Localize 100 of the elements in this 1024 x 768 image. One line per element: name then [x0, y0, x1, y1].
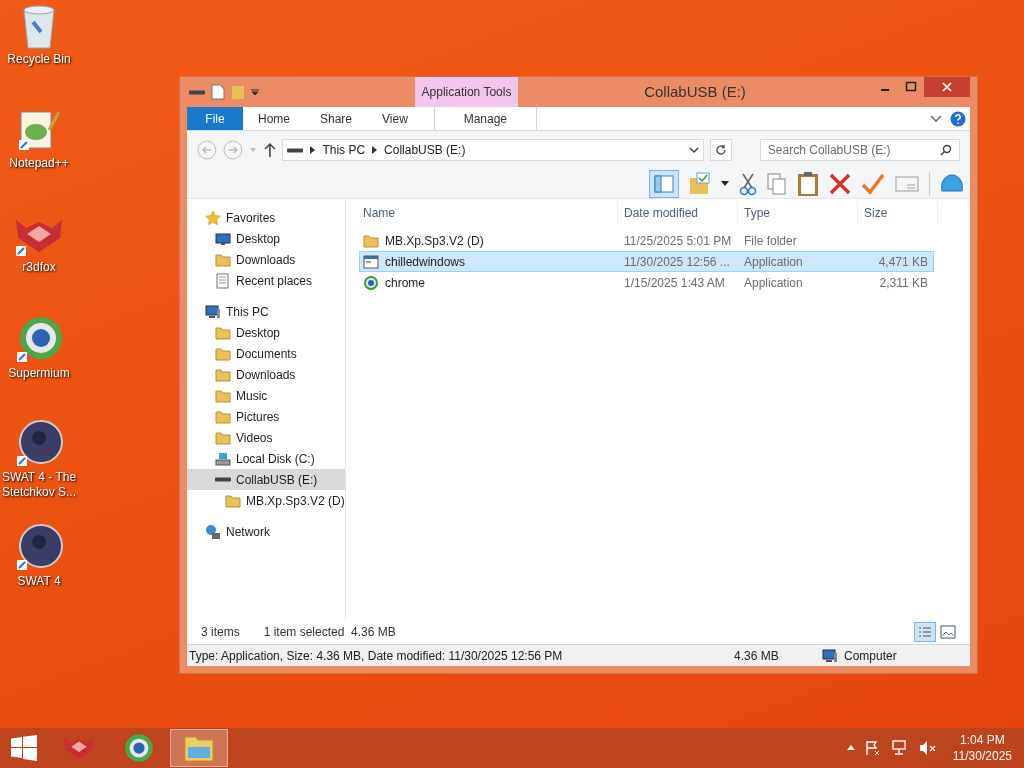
desktop-icon-label[interactable]: Supermium — [8, 366, 70, 381]
window-title: CollabUSB (E:) — [643, 81, 747, 102]
navigation-item[interactable]: Network — [187, 521, 345, 542]
navigation-item[interactable]: Favorites — [187, 207, 345, 228]
navigation-item[interactable]: Desktop — [187, 228, 345, 249]
pane-layout-icon — [654, 174, 674, 193]
folder-check-icon[interactable] — [689, 171, 711, 196]
type-cell-text: File folder — [743, 232, 798, 250]
ribbon-tab[interactable]: Manage — [433, 107, 537, 130]
chevron-down-icon[interactable] — [930, 114, 942, 123]
star-icon — [205, 209, 221, 226]
ribbon-tab[interactable]: Share — [305, 107, 368, 130]
chevron-down-icon[interactable] — [689, 146, 700, 154]
breadcrumb-item[interactable]: This PC — [322, 141, 366, 159]
fox-logo-icon — [62, 735, 96, 761]
round-game-icon — [15, 524, 63, 572]
date-cell-text: 11/30/2025 12:56 ... — [623, 253, 731, 271]
checkmark-icon[interactable] — [861, 172, 885, 195]
flag-icon[interactable] — [864, 740, 881, 756]
column-header[interactable]: Type — [738, 201, 858, 224]
folder-icon — [183, 733, 215, 763]
shell-icon[interactable] — [940, 172, 964, 195]
ribbon-tab[interactable]: View — [367, 107, 423, 130]
file-name: MB.Xp.Sp3.V2 (D) — [385, 232, 484, 250]
globe-icon — [363, 274, 379, 291]
windows-logo-icon — [11, 735, 37, 761]
folder-icon — [215, 387, 231, 404]
refresh-icon — [715, 144, 728, 156]
navigation-item[interactable]: This PC — [187, 301, 345, 322]
list-icon — [918, 626, 932, 638]
caret-up-icon[interactable] — [846, 745, 855, 751]
navigation-item[interactable]: Desktop — [187, 322, 345, 343]
status-details: Type: Application, Size: 4.36 MB, Date modified: 11/30/2025 12:56 PM — [189, 647, 564, 665]
globe-icon — [15, 316, 63, 364]
globe-icon — [124, 733, 154, 763]
size-cell-text: 2,311 KB — [879, 274, 928, 292]
file-name: chrome — [385, 274, 425, 292]
navigation-item[interactable]: Recent places — [187, 270, 345, 291]
disk-drive-icon — [215, 450, 231, 467]
window-icon — [363, 253, 379, 270]
folder-icon — [215, 408, 231, 425]
search-field[interactable]: Search CollabUSB (E:) — [759, 139, 960, 161]
preview-pane-button[interactable] — [649, 169, 679, 198]
file-row[interactable]: chrome 1/15/2025 1:43 AM Application 2,311 KB — [359, 272, 934, 293]
image-icon[interactable] — [940, 625, 956, 639]
folder-icon — [225, 492, 241, 509]
address-bar[interactable]: This PC CollabUSB (E:) — [282, 139, 705, 161]
status-size: 4.36 MB — [734, 647, 780, 665]
file-row[interactable]: MB.Xp.Sp3.V2 (D) 11/25/2025 5:01 PM File folder — [359, 230, 934, 251]
round-game-icon — [15, 420, 63, 468]
size-cell-text: 4,471 KB — [878, 253, 928, 271]
type-cell-text: Application — [743, 274, 804, 292]
folder-icon — [215, 429, 231, 446]
navigation-item[interactable]: Documents — [187, 343, 345, 364]
file-name: chilledwindows — [385, 253, 466, 271]
folder-icon — [215, 324, 231, 341]
computer-icon — [822, 647, 838, 664]
navigation-item[interactable]: Downloads — [187, 364, 345, 385]
clock[interactable]: 1:04 PM 11/30/2025 — [952, 732, 1012, 764]
navigation-item[interactable]: Downloads — [187, 249, 345, 270]
column-header[interactable]: Date modified — [618, 201, 738, 224]
navigation-item[interactable]: Videos — [187, 427, 345, 448]
scissors-icon[interactable] — [739, 171, 757, 196]
file-row[interactable]: chilledwindows 11/30/2025 12:56 ... Application 4,471 KB — [359, 251, 934, 272]
delete-x-icon[interactable] — [829, 172, 851, 195]
ribbon-tab[interactable]: Home — [243, 107, 305, 130]
ribbon-tab[interactable]: File — [187, 107, 243, 130]
network-icon — [205, 523, 221, 540]
navigation-item[interactable]: Pictures — [187, 406, 345, 427]
document-icon[interactable] — [211, 84, 225, 100]
zone-label: Computer — [844, 647, 897, 665]
chevron-right-icon — [310, 146, 316, 154]
refresh-button[interactable] — [710, 139, 732, 161]
desktop-icon-label[interactable]: SWAT 4 — [17, 574, 61, 589]
navigation-item[interactable]: CollabUSB (E:) — [187, 469, 345, 490]
network-icon[interactable] — [890, 740, 909, 756]
folder-icon — [363, 232, 379, 249]
folder-icon — [215, 345, 231, 362]
desktop-icon-label[interactable]: SWAT 4 - The Stetchkov S... — [0, 470, 78, 500]
date-cell-text: 11/25/2025 5:01 PM — [623, 232, 733, 250]
navigation-item[interactable]: MB.Xp.Sp3.V2 (D) — [187, 490, 345, 511]
help-icon[interactable] — [950, 110, 966, 127]
clipboard-icon[interactable] — [797, 170, 819, 197]
document-list-icon — [215, 272, 231, 289]
drive-icon — [189, 89, 205, 95]
folder-icon — [215, 251, 231, 268]
column-header[interactable]: Size — [858, 201, 938, 224]
type-cell-text: Application — [743, 253, 804, 271]
computer-icon — [205, 303, 221, 320]
folder-icon — [215, 366, 231, 383]
caret-icon[interactable] — [721, 180, 729, 187]
column-header[interactable]: Name — [346, 201, 618, 224]
muted-speaker-icon[interactable] — [918, 740, 937, 756]
up-arrow-icon[interactable] — [262, 142, 277, 158]
breadcrumb-item[interactable]: CollabUSB (E:) — [384, 141, 466, 159]
copy-icon[interactable] — [767, 171, 787, 196]
navigation-item[interactable]: Local Disk (C:) — [187, 448, 345, 469]
selection-info: 1 item selected 4.36 MB — [263, 624, 396, 641]
monitor-icon — [215, 230, 231, 247]
navigation-item[interactable]: Music — [187, 385, 345, 406]
